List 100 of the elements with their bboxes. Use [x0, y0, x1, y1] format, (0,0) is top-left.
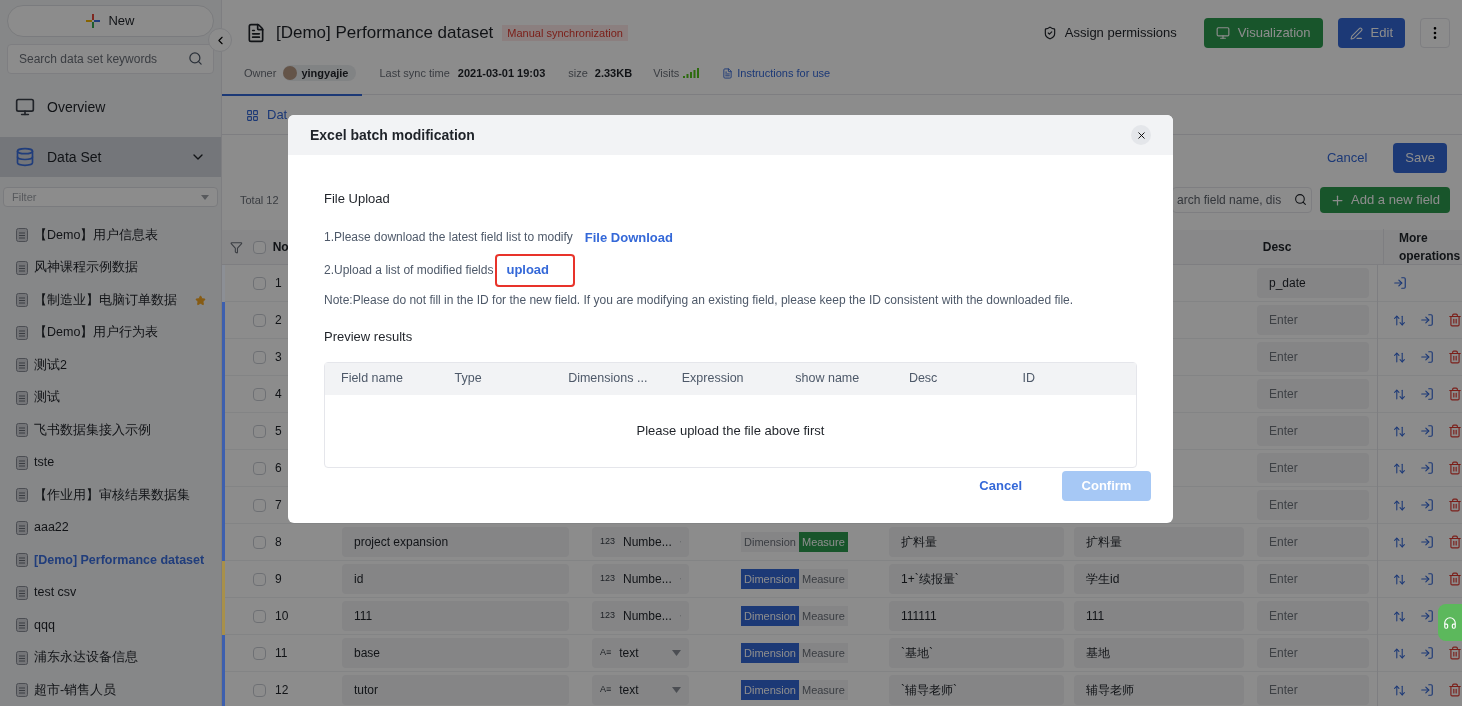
- desc-input[interactable]: Enter: [1257, 453, 1369, 483]
- move-icon[interactable]: [1420, 387, 1434, 401]
- role-option[interactable]: Measure: [798, 680, 848, 700]
- dataset-item[interactable]: 浦东永达设备信息: [0, 641, 221, 674]
- sort-icon[interactable]: [1393, 683, 1406, 697]
- move-icon[interactable]: [1420, 461, 1434, 475]
- edit-button[interactable]: Edit: [1337, 18, 1405, 48]
- row-checkbox[interactable]: [253, 276, 266, 290]
- show-name-input[interactable]: 111: [1074, 601, 1244, 631]
- dataset-item[interactable]: 风神课程示例数据: [0, 251, 221, 284]
- delete-icon[interactable]: [1448, 424, 1462, 438]
- nav-item[interactable]: Data Set: [0, 137, 221, 177]
- expression-input[interactable]: `基地`: [889, 638, 1064, 668]
- role-option[interactable]: Measure: [798, 569, 848, 589]
- move-icon[interactable]: [1420, 572, 1434, 586]
- delete-icon[interactable]: [1448, 498, 1462, 512]
- header-checkbox[interactable]: [252, 240, 266, 254]
- type-select[interactable]: A≡ text: [592, 675, 689, 705]
- desc-input[interactable]: Enter: [1257, 416, 1369, 446]
- dataset-item[interactable]: 【制造业】电脑订单数据: [0, 284, 221, 317]
- save-button[interactable]: Save: [1393, 142, 1447, 173]
- instructions-link[interactable]: Instructions for use: [722, 64, 831, 82]
- delete-icon[interactable]: [1448, 683, 1462, 697]
- role-option[interactable]: Measure: [798, 606, 848, 626]
- role-option[interactable]: Dimension: [741, 606, 799, 626]
- filter-icon[interactable]: [230, 240, 243, 254]
- type-select[interactable]: 123 Numbe...: [592, 527, 689, 557]
- type-select[interactable]: 123 Numbe...: [592, 564, 689, 594]
- row-checkbox[interactable]: [253, 350, 266, 364]
- row-checkbox[interactable]: [253, 461, 266, 475]
- move-icon[interactable]: [1420, 646, 1434, 660]
- dataset-item[interactable]: 【Demo】用户信息表: [0, 219, 221, 252]
- dataset-item[interactable]: tste: [0, 446, 221, 479]
- desc-input[interactable]: Enter: [1257, 564, 1369, 594]
- search-field[interactable]: Search data set keywords: [7, 44, 214, 74]
- desc-input[interactable]: Enter: [1257, 675, 1369, 705]
- row-checkbox[interactable]: [253, 424, 266, 438]
- role-option[interactable]: Measure: [798, 532, 848, 552]
- field-name-input[interactable]: project expansion: [342, 527, 569, 557]
- sort-icon[interactable]: [1393, 572, 1406, 586]
- dataset-item[interactable]: qqq: [0, 609, 221, 642]
- desc-input[interactable]: Enter: [1257, 305, 1369, 335]
- role-option[interactable]: Dimension: [741, 680, 799, 700]
- move-icon[interactable]: [1420, 350, 1434, 364]
- move-icon[interactable]: [1420, 609, 1434, 623]
- cancel-button[interactable]: Cancel: [979, 476, 1022, 496]
- desc-input[interactable]: Enter: [1257, 379, 1369, 409]
- role-option[interactable]: Dimension: [741, 532, 799, 552]
- role-option[interactable]: Dimension: [741, 569, 799, 589]
- more-menu-button[interactable]: [1420, 18, 1450, 48]
- expression-input[interactable]: 111111: [889, 601, 1064, 631]
- dataset-item[interactable]: [Demo] Performance dataset: [0, 544, 221, 577]
- desc-input[interactable]: Enter: [1257, 638, 1369, 668]
- visualization-button[interactable]: Visualization: [1203, 18, 1323, 48]
- desc-input[interactable]: Enter: [1257, 527, 1369, 557]
- dataset-item[interactable]: 飞书数据集接入示例: [0, 414, 221, 447]
- assign-permissions-button[interactable]: Assign permissions: [1042, 23, 1177, 43]
- sort-icon[interactable]: [1393, 646, 1406, 660]
- cancel-button[interactable]: Cancel: [1326, 147, 1368, 168]
- row-checkbox[interactable]: [253, 498, 266, 512]
- role-option[interactable]: Dimension: [741, 643, 799, 663]
- dataset-item[interactable]: 测试: [0, 381, 221, 414]
- row-checkbox[interactable]: [253, 683, 266, 697]
- upload-link[interactable]: upload: [495, 253, 576, 287]
- row-checkbox[interactable]: [253, 387, 266, 401]
- row-checkbox[interactable]: [253, 313, 266, 327]
- sort-icon[interactable]: [1393, 461, 1406, 475]
- move-icon[interactable]: [1420, 313, 1434, 327]
- field-name-input[interactable]: 111: [342, 601, 569, 631]
- show-name-input[interactable]: 扩料量: [1074, 527, 1244, 557]
- row-checkbox[interactable]: [253, 535, 266, 549]
- move-icon[interactable]: [1420, 535, 1434, 549]
- type-select[interactable]: A≡ text: [592, 638, 689, 668]
- row-checkbox[interactable]: [253, 609, 266, 623]
- sort-icon[interactable]: [1393, 498, 1406, 512]
- desc-input[interactable]: p_date: [1257, 268, 1369, 298]
- delete-icon[interactable]: [1448, 387, 1462, 401]
- row-checkbox[interactable]: [253, 572, 266, 586]
- sort-icon[interactable]: [1393, 424, 1406, 438]
- role-option[interactable]: Measure: [798, 643, 848, 663]
- file-download-link[interactable]: File Download: [584, 227, 673, 247]
- type-select[interactable]: 123 Numbe...: [592, 601, 689, 631]
- move-icon[interactable]: [1420, 498, 1434, 512]
- dataset-item[interactable]: test csv: [0, 576, 221, 609]
- expression-input[interactable]: 1+`续报量`: [889, 564, 1064, 594]
- delete-icon[interactable]: [1448, 350, 1462, 364]
- support-button[interactable]: [1438, 604, 1462, 641]
- add-field-button[interactable]: Add a new field: [1320, 187, 1450, 213]
- delete-icon[interactable]: [1448, 646, 1462, 660]
- dataset-item[interactable]: 【Demo】用户行为表: [0, 316, 221, 349]
- delete-icon[interactable]: [1448, 535, 1462, 549]
- sort-icon[interactable]: [1393, 350, 1406, 364]
- desc-input[interactable]: Enter: [1257, 342, 1369, 372]
- field-name-input[interactable]: base: [342, 638, 569, 668]
- expression-input[interactable]: `辅导老师`: [889, 675, 1064, 705]
- field-search[interactable]: arch field name, dis: [1172, 187, 1313, 213]
- move-icon[interactable]: [1393, 276, 1407, 290]
- collapse-button[interactable]: [208, 28, 232, 52]
- sort-icon[interactable]: [1393, 387, 1406, 401]
- dataset-item[interactable]: 测试2: [0, 349, 221, 382]
